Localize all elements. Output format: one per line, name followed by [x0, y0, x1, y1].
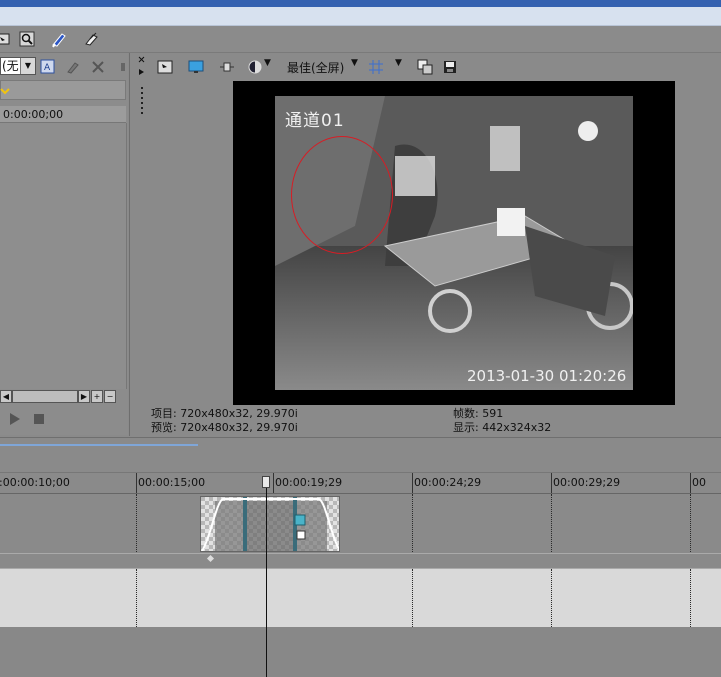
chevron-down-icon: ▼: [20, 58, 35, 74]
trimmer-timecode: 0:00:00;00: [0, 106, 126, 123]
chevron-down-icon[interactable]: ▼: [351, 58, 358, 68]
video-still: 通道01 2013-01-30 01:20:26: [275, 96, 633, 390]
video-frame[interactable]: 通道01 2013-01-30 01:20:26: [233, 81, 675, 405]
source-dropdown-value: (无: [2, 59, 19, 73]
main-toolbar: [0, 26, 721, 53]
ruler-label: 00:00:15;00: [138, 476, 206, 489]
render-progress: [0, 437, 721, 446]
envelope-tool-icon[interactable]: [50, 30, 68, 48]
text-media-icon[interactable]: A: [39, 58, 57, 76]
trimmer-transport: [0, 408, 126, 430]
external-monitor-icon[interactable]: [187, 58, 205, 76]
playhead-line[interactable]: [266, 476, 267, 677]
ruler-label: 0:00:00:10;00: [0, 476, 70, 489]
fx-icon[interactable]: [64, 58, 82, 76]
preview-info-line: 预览: 720x480x32, 29.970i: [151, 421, 298, 434]
window-title-bar: [0, 0, 721, 26]
ruler-label: 00: [692, 476, 706, 489]
trimmer-area[interactable]: [0, 123, 127, 389]
save-snapshot-icon[interactable]: [441, 58, 459, 76]
trimmer-header: [0, 80, 126, 100]
copy-snapshot-icon[interactable]: [416, 58, 434, 76]
source-dropdown[interactable]: (无 ▼: [0, 57, 36, 75]
video-clip[interactable]: [200, 496, 340, 552]
grid-icon[interactable]: [367, 58, 385, 76]
preview-properties-icon[interactable]: [156, 58, 174, 76]
zoom-in-icon[interactable]: +: [91, 390, 103, 403]
svg-text:A: A: [44, 63, 51, 73]
ruler-label: 00:00:29;29: [553, 476, 621, 489]
channel-overlay-text: 通道01: [285, 111, 345, 131]
fade-handle-icon[interactable]: [206, 554, 215, 563]
zoom-tool-icon[interactable]: [18, 30, 36, 48]
timeline-ruler[interactable]: 0:00:00:10;00 00:00:15;00 00:00:19;29 00…: [0, 473, 721, 494]
grid-dropdown-arrow[interactable]: ▼: [395, 58, 402, 68]
ruler-label: 00:00:19;29: [275, 476, 343, 489]
select-tool-icon[interactable]: [0, 30, 12, 48]
video-preview-panel: ▼ 最佳(全屏) ▼ ▼ 通道01 2013-01-30 01:20:26 项目…: [136, 53, 721, 436]
stop-icon[interactable]: [30, 410, 48, 428]
timeline-header: [0, 446, 721, 473]
scroll-left-icon[interactable]: ◀: [0, 390, 12, 403]
video-track[interactable]: [0, 494, 721, 554]
split-tool-icon[interactable]: [82, 30, 100, 48]
scroll-right-icon[interactable]: ▶: [78, 390, 90, 403]
close-icon[interactable]: [89, 58, 107, 76]
preview-quality-dropdown[interactable]: 最佳(全屏): [287, 59, 344, 76]
ruler-label: 00:00:24;29: [414, 476, 482, 489]
overlay-icon[interactable]: [246, 58, 264, 76]
timeline-empty-area[interactable]: [0, 627, 721, 677]
scrollbar-thumb[interactable]: [12, 390, 78, 403]
play-icon[interactable]: [6, 410, 24, 428]
playhead-marker[interactable]: [262, 476, 270, 488]
project-info: 项目: 720x480x32, 29.970i: [151, 407, 298, 420]
timestamp-overlay-text: 2013-01-30 01:20:26: [467, 367, 627, 385]
annotation-ellipse: [291, 136, 393, 254]
frame-count: 帧数: 591: [453, 407, 504, 420]
split-screen-icon[interactable]: [218, 58, 236, 76]
trimmer-scrollbar[interactable]: ◀ ▶ + −: [0, 390, 126, 404]
audio-track[interactable]: [0, 568, 721, 628]
zoom-out-icon[interactable]: −: [104, 390, 116, 403]
overlay-dropdown-arrow[interactable]: ▼: [264, 58, 271, 68]
trimmer-panel: (无 ▼ A 0:00:00;00 ◀ ▶ + −: [0, 53, 128, 435]
preview-info: 项目: 720x480x32, 29.970i 预览: 720x480x32, …: [151, 407, 711, 435]
display-size: 显示: 442x324x32: [453, 421, 552, 434]
preview-toolbar: ▼ 最佳(全屏) ▼ ▼: [136, 53, 721, 79]
